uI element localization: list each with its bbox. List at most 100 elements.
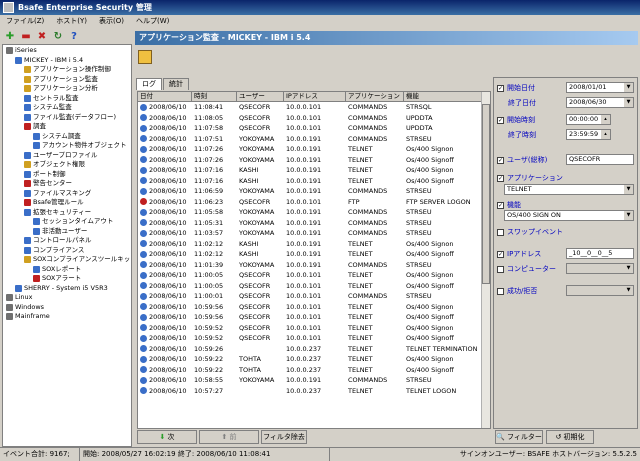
tree-node[interactable]: Bsafe管理ルール [24, 198, 84, 207]
table-row[interactable]: 2008/06/10 10:59:56 QSECOFR 10.0.0.101 TELNE… [138, 312, 483, 323]
user-checkbox[interactable]: ✓ [497, 156, 504, 164]
table-row[interactable]: 2008/06/10 11:03:57 YOKOYAMA 10.0.0.191 COMM… [138, 228, 483, 239]
computer-select[interactable]: ▼ [566, 263, 634, 274]
table-row[interactable]: 2008/06/10 10:57:27 10.0.0.237 TELNET TELNET… [138, 386, 483, 397]
table-row[interactable]: 2008/06/10 11:07:58 QSECOFR 10.0.0.101 COMMA… [138, 123, 483, 134]
table-row[interactable]: 2008/06/10 11:00:05 QSECOFR 10.0.0.101 TELNE… [138, 281, 483, 292]
computer-checkbox[interactable] [497, 265, 504, 273]
user-field[interactable]: QSECOFR [566, 154, 634, 165]
chevron-down-icon[interactable]: ▼ [624, 286, 633, 295]
tree-node[interactable]: 非活動ユーザー [33, 227, 87, 236]
chevron-down-icon[interactable]: ▼ [624, 83, 633, 92]
tree-node[interactable]: アプリケーション分析 [24, 84, 98, 93]
table-row[interactable]: 2008/06/10 11:07:26 YOKOYAMA 10.0.0.191 TELN… [138, 144, 483, 155]
tree-node[interactable]: Windows [6, 303, 44, 312]
tree-node[interactable]: 調査 [24, 122, 46, 131]
col-header-time[interactable]: 時刻 [192, 92, 237, 102]
tree-node[interactable]: SOXコンプライアンスツールキット [24, 255, 131, 264]
application-checkbox[interactable]: ✓ [497, 174, 504, 182]
table-row[interactable]: 2008/06/10 10:59:22 TOHTA 10.0.0.237 TELNET O… [138, 354, 483, 365]
chevron-down-icon[interactable]: ▼ [624, 211, 633, 220]
next-button[interactable]: ⬇ 次 [137, 430, 197, 444]
menu-item-0[interactable]: ファイル(Z) [0, 15, 50, 28]
tree-node[interactable]: アプリケーション監査 [24, 75, 98, 84]
table-row[interactable]: 2008/06/10 11:02:12 KASHI 10.0.0.191 TELNET O… [138, 239, 483, 250]
table-row[interactable]: 2008/06/10 10:58:55 YOKOYAMA 10.0.0.191 COMM… [138, 375, 483, 386]
table-row[interactable]: 2008/06/10 11:02:12 KASHI 10.0.0.191 TELNET O… [138, 249, 483, 260]
table-row[interactable]: 2008/06/10 10:59:56 QSECOFR 10.0.0.101 TELNE… [138, 302, 483, 313]
tree-node[interactable]: ファイルマスキング [24, 189, 91, 198]
result-select[interactable]: ▼ [566, 285, 634, 296]
tree-node[interactable]: アプリケーション操作制御 [24, 65, 111, 74]
tree-node[interactable]: 警告センター [24, 179, 72, 188]
tree-node[interactable]: コントロールパネル [24, 236, 92, 245]
scrollbar-thumb[interactable] [482, 104, 490, 284]
table-row[interactable]: 2008/06/10 11:01:39 YOKOYAMA 10.0.0.191 COMM… [138, 260, 483, 271]
table-row[interactable]: 2008/06/10 11:07:16 KASHI 10.0.0.191 TELNET O… [138, 176, 483, 187]
add-icon[interactable]: ✚ [3, 29, 17, 43]
tree-node[interactable]: iSeries [6, 46, 37, 55]
col-header-date[interactable]: 日付 [138, 92, 192, 102]
host-tree[interactable]: iSeries MICKEY - IBM i 5.4 アプリケーション操作制御 アプリ… [2, 44, 132, 447]
end-date-field[interactable]: 2008/06/30 ▼ [566, 97, 634, 108]
table-row[interactable]: 2008/06/10 11:07:26 YOKOYAMA 10.0.0.191 TELN… [138, 155, 483, 166]
table-row[interactable]: 2008/06/10 11:06:23 QSECOFR 10.0.0.101 FTP FT… [138, 197, 483, 208]
spinner-icon[interactable]: ▴ [601, 130, 610, 139]
tree-node[interactable]: アカウント物件オブジェクト [33, 141, 127, 150]
spinner-icon[interactable]: ▴ [601, 115, 610, 124]
filter-button[interactable]: 🔍 フィルター [495, 430, 543, 444]
function-checkbox[interactable]: ✓ [497, 201, 504, 209]
chevron-down-icon[interactable]: ▼ [624, 185, 633, 194]
ip-checkbox[interactable]: ✓ [497, 250, 504, 258]
reset-button[interactable]: ↺ 初期化 [546, 430, 594, 444]
result-checkbox[interactable] [497, 287, 504, 295]
col-header-ip[interactable]: IPアドレス [284, 92, 346, 102]
tree-node[interactable]: 拡張セキュリティー [24, 208, 91, 217]
menu-item-3[interactable]: ヘルプ(W) [130, 15, 175, 28]
table-row[interactable]: 2008/06/10 11:00:01 QSECOFR 10.0.0.101 COMMA… [138, 291, 483, 302]
table-row[interactable]: 2008/06/10 11:06:59 YOKOYAMA 10.0.0.191 COMM… [138, 186, 483, 197]
grid-scrollbar[interactable] [481, 92, 490, 428]
start-time-checkbox[interactable]: ✓ [497, 116, 504, 124]
clear-filter-button[interactable]: フィルタ除去 [261, 430, 307, 444]
tree-node[interactable]: セッションタイムアウト [33, 217, 113, 226]
prev-button[interactable]: ⬆ 前 [199, 430, 259, 444]
start-date-checkbox[interactable]: ✓ [497, 84, 504, 92]
tree-node[interactable]: システム監査 [24, 103, 72, 112]
tree-node[interactable]: MICKEY - IBM i 5.4 [15, 56, 83, 65]
tree-node[interactable]: ユーザープロファイル [24, 151, 97, 160]
tree-node[interactable]: セントラル監査 [24, 94, 79, 103]
menu-item-1[interactable]: ホスト(Y) [50, 15, 93, 28]
table-row[interactable]: 2008/06/10 11:08:05 QSECOFR 10.0.0.101 COMMA… [138, 113, 483, 124]
remove-icon[interactable]: ▬ [19, 29, 33, 43]
function-select[interactable]: OS/400 SIGN ON ▼ [504, 210, 634, 221]
event-grid[interactable]: 日付 時刻 ユーザー IPアドレス アプリケーション 機能 2008/06/10… [137, 91, 491, 429]
end-time-field[interactable]: 23:59:59 ▴ [566, 129, 611, 140]
menu-item-2[interactable]: 表示(O) [93, 15, 130, 28]
col-header-application[interactable]: アプリケーション [346, 92, 404, 102]
table-row[interactable]: 2008/06/10 11:07:51 YOKOYAMA 10.0.0.191 COMM… [138, 134, 483, 145]
delete-icon[interactable]: ✖ [35, 29, 49, 43]
application-select[interactable]: TELNET ▼ [504, 184, 634, 195]
table-row[interactable]: 2008/06/10 11:08:41 QSECOFR 10.0.0.101 COMMA… [138, 102, 483, 113]
table-row[interactable]: 2008/06/10 11:05:58 YOKOYAMA 10.0.0.191 COMM… [138, 207, 483, 218]
tree-node[interactable]: Mainframe [6, 312, 50, 321]
tab-statistics[interactable]: 統計 [163, 78, 189, 90]
table-row[interactable]: 2008/06/10 10:59:52 QSECOFR 10.0.0.101 TELNE… [138, 333, 483, 344]
tree-node[interactable]: システム調査 [33, 132, 81, 141]
table-row[interactable]: 2008/06/10 11:07:16 KASHI 10.0.0.191 TELNET O… [138, 165, 483, 176]
tree-node[interactable]: オブジェクト権限 [24, 160, 85, 169]
tree-node[interactable]: コンプライアンス [24, 246, 84, 255]
tree-node[interactable]: ファイル監査(データフロー) [24, 113, 116, 122]
ip-field[interactable]: _10__0__0__5 [566, 248, 634, 259]
tab-log[interactable]: ログ [136, 78, 162, 90]
col-header-user[interactable]: ユーザー [237, 92, 284, 102]
table-row[interactable]: 2008/06/10 10:59:22 TOHTA 10.0.0.237 TELNET O… [138, 365, 483, 376]
tree-node[interactable]: SOXレポート [33, 265, 81, 274]
swap-checkbox[interactable] [497, 228, 504, 236]
tree-node[interactable]: Linux [6, 293, 33, 302]
chevron-down-icon[interactable]: ▼ [624, 98, 633, 107]
chevron-down-icon[interactable]: ▼ [624, 264, 633, 273]
start-time-field[interactable]: 00:00:00 ▴ [566, 114, 611, 125]
table-row[interactable]: 2008/06/10 10:59:26 10.0.0.237 TELNET TELNET… [138, 344, 483, 355]
